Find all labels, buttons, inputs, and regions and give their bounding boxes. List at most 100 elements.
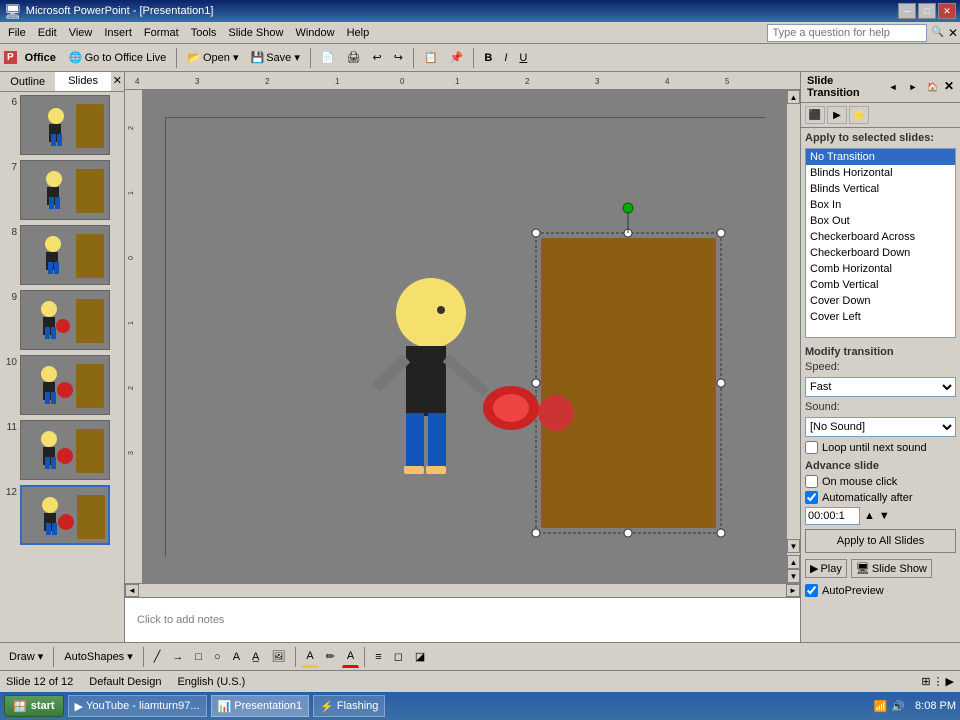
paste-button[interactable]: 📌	[445, 47, 469, 69]
menu-file[interactable]: File	[2, 25, 32, 41]
help-search-input[interactable]	[767, 24, 927, 42]
start-button[interactable]: 🪟 start	[4, 695, 64, 717]
slide-thumb-10[interactable]: 10	[2, 354, 122, 416]
transition-comb-h[interactable]: Comb Horizontal	[806, 261, 955, 277]
maximize-button[interactable]: □	[918, 3, 936, 19]
transition-cover-down[interactable]: Cover Down	[806, 293, 955, 309]
textbox-tool[interactable]: A	[228, 646, 245, 668]
italic-button[interactable]: I	[499, 47, 512, 69]
normal-view-icon[interactable]: ⊞	[921, 675, 930, 688]
menu-window[interactable]: Window	[289, 25, 340, 41]
transition-checkerboard-down[interactable]: Checkerboard Down	[806, 245, 955, 261]
scroll-up-button[interactable]: ▲	[787, 90, 800, 104]
draw-button[interactable]: Draw ▾	[4, 646, 48, 668]
slide-thumb-6[interactable]: 6	[2, 94, 122, 156]
3d-button[interactable]: ◪	[410, 646, 430, 668]
scroll-down-button[interactable]: ▼	[787, 539, 800, 553]
arrow-tool[interactable]: →	[167, 646, 188, 668]
panel-forward-button[interactable]: ►	[904, 79, 922, 95]
go-to-office-live-button[interactable]: 🌐 Go to Office Live	[64, 47, 171, 69]
slide-thumb-9[interactable]: 9	[2, 289, 122, 351]
slide-img-6[interactable]	[20, 95, 110, 155]
undo-button[interactable]: ↩	[368, 47, 387, 69]
fill-color-button[interactable]: A	[301, 646, 318, 668]
horizontal-scrollbar[interactable]: ◄ ►	[125, 583, 800, 597]
time-spinner-up[interactable]: ▲	[864, 510, 875, 522]
transition-cover-left[interactable]: Cover Left	[806, 309, 955, 325]
expand-up-button[interactable]: ▲	[787, 555, 800, 569]
panel-home-button[interactable]: 🏠	[924, 79, 942, 95]
slide-img-11[interactable]	[20, 420, 110, 480]
ellipse-tool[interactable]: ○	[209, 646, 226, 668]
slide-img-12[interactable]	[20, 485, 110, 545]
redo-button[interactable]: ↪	[389, 47, 408, 69]
tab-outline[interactable]: Outline	[0, 72, 55, 91]
slide-img-10[interactable]	[20, 355, 110, 415]
taskbar-youtube[interactable]: ▶ YouTube - liamturn97...	[68, 695, 207, 717]
close-panel-button[interactable]: ✕	[111, 72, 124, 91]
menu-help[interactable]: Help	[341, 25, 376, 41]
transition-blinds-h[interactable]: Blinds Horizontal	[806, 165, 955, 181]
underline-button[interactable]: U	[514, 47, 532, 69]
print-button[interactable]: 🖨	[342, 47, 366, 69]
slide-thumb-7[interactable]: 7	[2, 159, 122, 221]
auto-after-checkbox[interactable]	[805, 491, 818, 504]
scroll-left-button[interactable]: ◄	[125, 584, 139, 597]
vertical-scrollbar[interactable]: ▲ ▼ ▲ ▼	[786, 90, 800, 583]
time-spinner-down[interactable]: ▼	[879, 510, 890, 522]
notes-area[interactable]: Click to add notes	[125, 597, 800, 642]
on-mouse-click-checkbox[interactable]	[805, 475, 818, 488]
taskbar-flashing[interactable]: ⚡ Flashing	[313, 695, 385, 717]
transition-icon-1[interactable]: ⬛	[805, 106, 825, 124]
slide-sorter-icon[interactable]: ⋮	[933, 675, 944, 688]
transition-comb-v[interactable]: Comb Vertical	[806, 277, 955, 293]
close-button[interactable]: ✕	[938, 3, 956, 19]
copy-button[interactable]: 📋	[419, 47, 443, 69]
align-left-button[interactable]: ≡	[370, 646, 386, 668]
slide-img-7[interactable]	[20, 160, 110, 220]
expand-down-button[interactable]: ▼	[787, 569, 800, 583]
bold-button[interactable]: B	[479, 47, 497, 69]
menu-edit[interactable]: Edit	[32, 25, 63, 41]
speed-select[interactable]: Fast Medium Slow	[805, 377, 956, 397]
rect-tool[interactable]: □	[190, 646, 207, 668]
minimize-button[interactable]: ─	[898, 3, 916, 19]
slide-thumb-11[interactable]: 11	[2, 419, 122, 481]
font-color-button[interactable]: A	[342, 646, 359, 668]
menu-tools[interactable]: Tools	[185, 25, 223, 41]
panel-back-button[interactable]: ◄	[884, 79, 902, 95]
loop-checkbox[interactable]	[805, 441, 818, 454]
autopreview-checkbox[interactable]	[805, 584, 818, 597]
slide-thumb-8[interactable]: 8	[2, 224, 122, 286]
close-help-icon[interactable]: ✕	[948, 26, 958, 40]
slide-thumb-12[interactable]: 12	[2, 484, 122, 546]
transition-list[interactable]: No Transition Blinds Horizontal Blinds V…	[805, 148, 956, 338]
time-input[interactable]	[805, 507, 860, 525]
transition-checkerboard-across[interactable]: Checkerboard Across	[806, 229, 955, 245]
wordart-tool[interactable]: A̲	[247, 646, 264, 668]
slide-show-button[interactable]: 🖥 Slide Show	[851, 559, 932, 578]
play-button[interactable]: ▶ Play	[805, 559, 847, 578]
slides-panel[interactable]: 6 7	[0, 92, 124, 642]
menu-view[interactable]: View	[63, 25, 99, 41]
line-color-button[interactable]: ✏	[321, 646, 340, 668]
transition-blinds-v[interactable]: Blinds Vertical	[806, 181, 955, 197]
autoshapes-button[interactable]: AutoShapes ▾	[59, 646, 138, 668]
main-slide[interactable]	[165, 117, 765, 557]
sound-select[interactable]: [No Sound] Applause Arrow	[805, 417, 956, 437]
transition-box-out[interactable]: Box Out	[806, 213, 955, 229]
open-button[interactable]: 📂 Open ▾	[182, 47, 243, 69]
transition-icon-2[interactable]: ▶	[827, 106, 847, 124]
menu-insert[interactable]: Insert	[98, 25, 138, 41]
scroll-right-button[interactable]: ►	[786, 584, 800, 597]
new-button[interactable]: 📄	[316, 47, 340, 69]
transition-no-transition[interactable]: No Transition	[806, 149, 955, 165]
slideshow-view-icon[interactable]: ▶	[946, 675, 954, 688]
clipart-tool[interactable]: 🖼	[266, 646, 290, 668]
line-tool[interactable]: ╱	[149, 646, 166, 668]
transition-icon-3[interactable]: ⭐	[849, 106, 869, 124]
taskbar-presentation[interactable]: 📊 Presentation1	[211, 695, 310, 717]
apply-all-slides-button[interactable]: Apply to All Slides	[805, 529, 956, 553]
menu-format[interactable]: Format	[138, 25, 185, 41]
transition-box-in[interactable]: Box In	[806, 197, 955, 213]
